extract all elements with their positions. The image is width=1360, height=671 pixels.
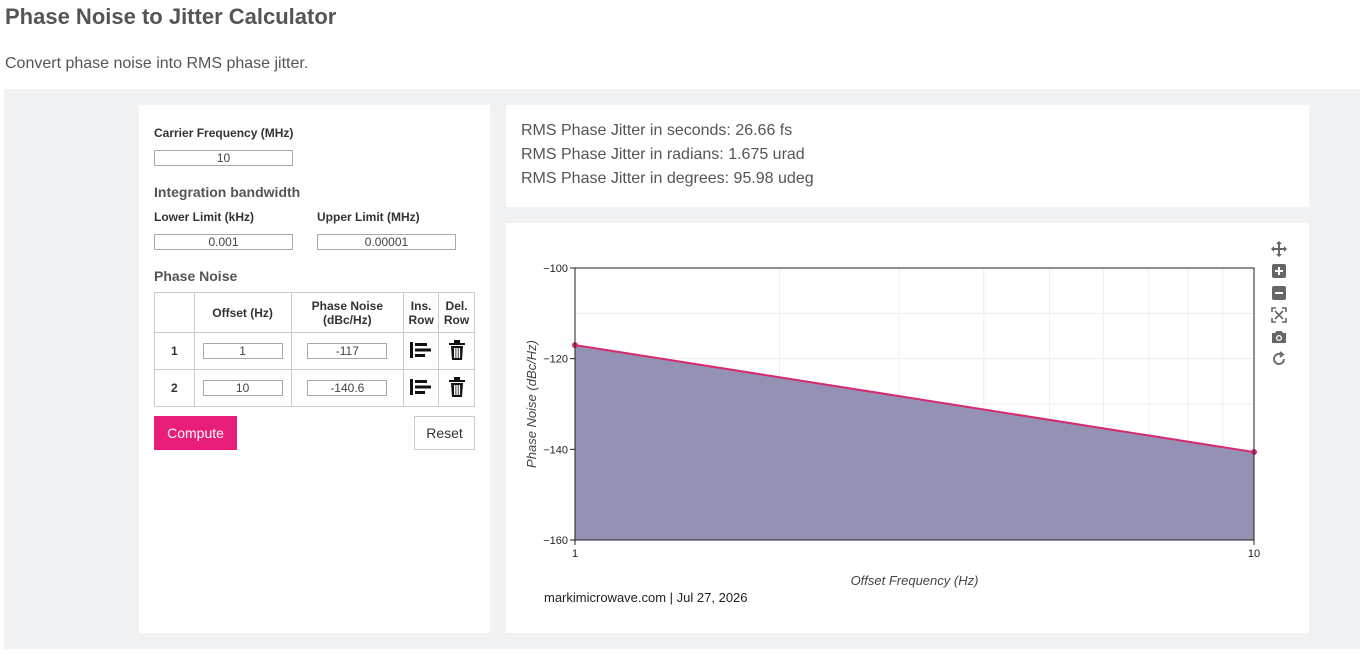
- phase-noise-header-line1: Phase Noise: [311, 298, 384, 313]
- delete-row-header-line2: Row: [443, 312, 470, 327]
- table-row: 2: [154, 369, 475, 407]
- lower-limit-label: Lower Limit (kHz): [154, 210, 255, 224]
- table-header-row: Offset (Hz) Phase Noise (dBc/Hz) Ins. Ro…: [154, 292, 475, 333]
- phase-noise-header-line2: (dBc/Hz): [323, 312, 372, 327]
- row-number: 2: [154, 369, 195, 407]
- table-row: 1: [154, 332, 475, 370]
- row-number: 1: [154, 332, 195, 370]
- integration-bandwidth-heading: Integration bandwidth: [154, 184, 301, 200]
- zoom-out-icon[interactable]: [1271, 285, 1289, 307]
- reset-button[interactable]: Reset: [414, 416, 475, 450]
- y-tick-label: −160: [543, 535, 568, 547]
- page-subtitle: Convert phase noise into RMS phase jitte…: [5, 55, 309, 72]
- x-tick-label: 10: [1248, 548, 1260, 560]
- jitter-degrees-result: RMS Phase Jitter in degrees: 95.98 udeg: [521, 170, 814, 187]
- insert-row-cell: [403, 369, 440, 407]
- camera-icon[interactable]: [1271, 329, 1289, 351]
- phase-noise-input[interactable]: [307, 343, 388, 359]
- x-axis-title: Offset Frequency (Hz): [851, 573, 979, 588]
- pan-icon[interactable]: [1271, 241, 1289, 263]
- reset-axes-icon[interactable]: [1271, 351, 1289, 373]
- delete-row-header: Del. Row: [438, 292, 475, 333]
- autoscale-icon[interactable]: [1271, 307, 1289, 329]
- series-area: [575, 345, 1254, 540]
- results-panel: RMS Phase Jitter in seconds: 26.66 fs RM…: [506, 105, 1309, 207]
- insert-row-cell: [403, 332, 440, 370]
- carrier-frequency-label: Carrier Frequency (MHz): [154, 126, 294, 140]
- phase-noise-chart: −100 −120 −140 −160 1 10 Offset Frequency (Hz)…: [524, 263, 1260, 588]
- input-panel: Carrier Frequency (MHz) Integration band…: [139, 105, 490, 633]
- insert-row-header-line1: Ins.: [410, 298, 432, 313]
- insert-row-header: Ins. Row: [403, 292, 440, 333]
- jitter-radians-result: RMS Phase Jitter in radians: 1.675 urad: [521, 146, 805, 163]
- offset-cell: [193, 332, 292, 370]
- carrier-frequency-input[interactable]: [154, 150, 293, 166]
- y-tick-label: −140: [543, 444, 568, 456]
- offset-input[interactable]: [202, 380, 283, 396]
- insert-row-icon[interactable]: [410, 377, 432, 397]
- phase-noise-table: Offset (Hz) Phase Noise (dBc/Hz) Ins. Ro…: [154, 292, 475, 407]
- jitter-seconds-result: RMS Phase Jitter in seconds: 26.66 fs: [521, 122, 793, 139]
- zoom-in-icon[interactable]: [1271, 263, 1289, 285]
- phase-noise-cell: [290, 332, 405, 370]
- insert-row-header-line2: Row: [408, 312, 434, 327]
- compute-button[interactable]: Compute: [154, 416, 237, 450]
- phase-noise-header: Phase Noise (dBc/Hz): [290, 292, 405, 333]
- phase-noise-cell: [290, 369, 405, 407]
- chart-watermark: markimicrowave.com | Jul 27, 2026: [544, 590, 748, 605]
- chart-panel: −100 −120 −140 −160 1 10 Offset Frequency (Hz)…: [506, 223, 1309, 633]
- row-number-header: [154, 292, 195, 333]
- delete-row-cell: [438, 369, 475, 407]
- y-tick-label: −100: [543, 263, 568, 275]
- y-axis-title: Phase Noise (dBc/Hz): [524, 340, 539, 468]
- offset-cell: [193, 369, 292, 407]
- chart-modebar: [1271, 241, 1289, 373]
- phase-noise-input[interactable]: [307, 380, 388, 396]
- offset-input[interactable]: [202, 343, 283, 359]
- insert-row-icon[interactable]: [410, 340, 432, 360]
- trash-icon[interactable]: [448, 339, 465, 360]
- page-title: Phase Noise to Jitter Calculator: [5, 4, 337, 29]
- y-tick-label: −120: [543, 354, 568, 366]
- upper-limit-label: Upper Limit (MHz): [317, 210, 420, 224]
- lower-limit-input[interactable]: [154, 234, 293, 250]
- delete-row-cell: [438, 332, 475, 370]
- upper-limit-input[interactable]: [317, 234, 456, 250]
- offset-header: Offset (Hz): [193, 292, 292, 333]
- delete-row-header-line1: Del.: [445, 298, 468, 313]
- trash-icon[interactable]: [448, 376, 465, 397]
- phase-noise-heading: Phase Noise: [154, 268, 238, 284]
- x-tick-label: 1: [572, 548, 578, 560]
- offset-header-label: Offset (Hz): [212, 305, 273, 320]
